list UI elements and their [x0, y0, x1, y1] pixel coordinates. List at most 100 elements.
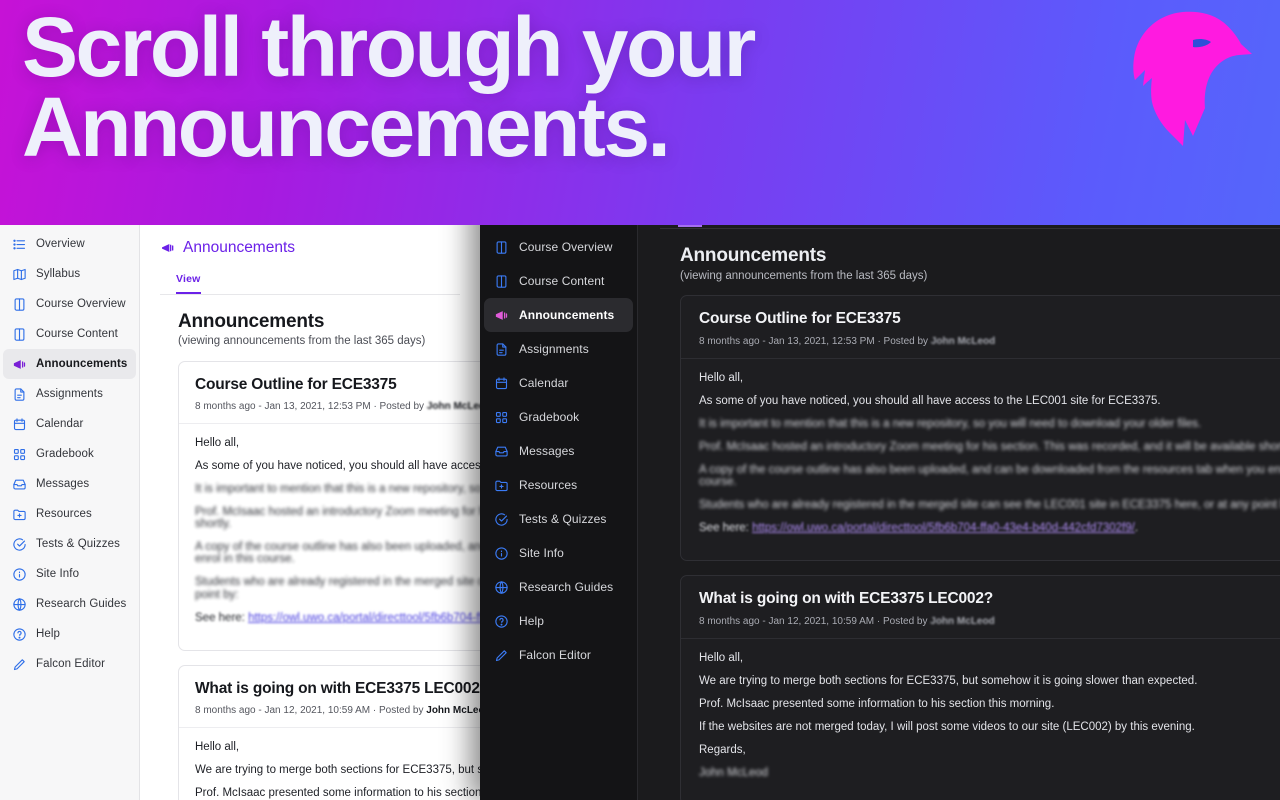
folder-plus-icon: [495, 480, 508, 491]
announcement-paragraph: If the websites are not merged today, I …: [699, 720, 1195, 733]
sidebar-item-resources[interactable]: Resources: [3, 499, 136, 529]
list-icon: [13, 239, 26, 249]
megaphone-icon: [162, 244, 174, 252]
sidebar-item-syllabus-label: Syllabus: [36, 268, 81, 280]
sidebar-item-dark-course-overview[interactable]: Course Overview: [484, 230, 633, 264]
sidebar-item-falcon-editor[interactable]: Falcon Editor: [3, 649, 136, 679]
map-icon: [13, 268, 26, 280]
announcement-paragraph: It is important to mention that this is …: [699, 418, 1202, 431]
tab-view-dark[interactable]: View: [678, 205, 703, 227]
sidebar-item-dark-assignments-label: Assignments: [519, 342, 589, 356]
sidebar-item-dark-research-guides-label: Research Guides: [519, 580, 614, 594]
announcement-paragraph: Regards,: [699, 743, 746, 756]
sidebar-item-dark-research-guides[interactable]: Research Guides: [484, 570, 633, 604]
sidebar-item-dark-assignments[interactable]: Assignments: [484, 332, 633, 366]
sidebar-item-dark-course-content-label: Course Content: [519, 274, 605, 288]
sidebar-item-dark-course-overview-label: Course Overview: [519, 240, 613, 254]
content-area-dark: Announcements View Announcements (viewin…: [638, 160, 1280, 800]
info-circle-icon: [495, 546, 508, 560]
sidebar-item-dark-site-info[interactable]: Site Info: [484, 536, 633, 570]
announcement-link-paragraph: See here: https://owl.uwo.ca/portal/dire…: [699, 522, 1280, 534]
announcement-title: Course Outline for ECE3375: [699, 310, 901, 327]
sidebar-item-announcements[interactable]: Announcements: [3, 349, 136, 379]
sidebar-item-dark-gradebook[interactable]: Gradebook: [484, 400, 633, 434]
grid-icon: [495, 411, 508, 423]
sidebar-item-tests-quizzes[interactable]: Tests & Quizzes: [3, 529, 136, 559]
sidebar-item-dark-help[interactable]: Help: [484, 604, 633, 638]
announcement-body: Hello all, As some of you have noticed, y…: [681, 359, 1280, 560]
document-icon: [496, 342, 507, 356]
announcement-title: What is going on with ECE3375 LEC002?: [699, 589, 994, 607]
sidebar-item-messages[interactable]: Messages: [3, 469, 136, 499]
book-icon: [14, 327, 25, 341]
announcement-card-header: Course Outline for ECE3375 8 months ago -…: [681, 296, 1280, 359]
sidebar-item-research-guides[interactable]: Research Guides: [3, 589, 136, 619]
sidebar-item-research-guides-label: Research Guides: [36, 598, 127, 610]
page-title-dark: Announcements: [660, 172, 1280, 189]
sidebar-item-messages-label: Messages: [36, 478, 90, 490]
sidebar-item-dark-site-info-label: Site Info: [519, 546, 564, 560]
calendar-icon: [13, 417, 26, 430]
announcement-paragraph: A copy of the course outline has also be…: [699, 464, 1280, 489]
sidebar-item-dark-falcon-editor[interactable]: Falcon Editor: [484, 638, 633, 672]
sidebar-item-course-overview[interactable]: Course Overview: [3, 289, 136, 319]
sidebar-item-resources-label: Resources: [36, 508, 92, 520]
sidebar-item-falcon-editor-label: Falcon Editor: [36, 658, 106, 670]
announcement-paragraph: Hello all,: [699, 651, 744, 664]
announcement-timestamp: 8 months ago - Jan 12, 2021, 10:59 AM · …: [195, 704, 424, 716]
sidebar-item-dark-syllabus-label: Syllabus: [519, 206, 566, 220]
document-icon: [14, 387, 25, 401]
announcement-author: John McLeod: [930, 336, 996, 347]
check-circle-icon: [13, 537, 26, 551]
announcement-card-header: What is going on with ECE3375 LEC002? 8 m…: [681, 576, 1280, 639]
sidebar-item-dark-calendar-label: Calendar: [519, 376, 569, 390]
sidebar-item-dark-overview[interactable]: Overview: [484, 162, 633, 196]
sidebar-item-assignments[interactable]: Assignments: [3, 379, 136, 409]
announcement-link[interactable]: https://owl.uwo.ca/portal/directtool/5fb…: [752, 522, 1135, 534]
sidebar-item-dark-help-label: Help: [519, 614, 545, 628]
sidebar-item-dark-messages-label: Messages: [519, 444, 575, 458]
calendar-icon: [495, 376, 508, 389]
sidebar-light: Overview Syllabus Course Overview Course Co…: [0, 225, 140, 800]
announcement-card[interactable]: What is going on with ECE3375 LEC002? 8 m…: [680, 574, 1280, 800]
sidebar-item-calendar-label: Calendar: [36, 418, 84, 430]
tab-view-light[interactable]: View: [176, 273, 201, 294]
map-icon: [495, 207, 508, 219]
announcement-paragraph: John McLeod: [699, 766, 769, 779]
sidebar-item-dark-falcon-editor-label: Falcon Editor: [519, 648, 591, 662]
announcement-paragraph: Prof. McIsaac presented some information…: [699, 697, 1055, 710]
sidebar-item-dark-announcements-label: Announcements: [519, 308, 615, 322]
sidebar-item-overview[interactable]: Overview: [3, 229, 136, 259]
sidebar-item-dark-course-content[interactable]: Course Content: [484, 264, 633, 298]
announcement-paragraph: Students who are already registered in t…: [699, 499, 1280, 512]
announcement-link-suffix: .: [1134, 522, 1139, 535]
sidebar-item-dark-messages[interactable]: Messages: [484, 434, 633, 468]
announcement-timestamp: 8 months ago - Jan 12, 2021, 10:59 AM · …: [699, 615, 928, 627]
sidebar-item-dark-announcements[interactable]: Announcements: [484, 298, 633, 332]
sidebar-dark: Overview Syllabus Course Overview Course Co…: [480, 160, 638, 800]
sidebar-item-course-content-label: Course Content: [36, 328, 118, 340]
question-circle-icon: [495, 614, 508, 628]
sidebar-item-site-info[interactable]: Site Info: [3, 559, 136, 589]
sidebar-item-dark-resources[interactable]: Resources: [484, 468, 633, 502]
announcement-paragraph: Hello all,: [699, 372, 744, 384]
section-title-dark: Announcements: [680, 245, 827, 266]
sidebar-item-syllabus[interactable]: Syllabus: [3, 259, 136, 289]
question-circle-icon: [13, 627, 26, 641]
dark-theme-app-window: Overview Syllabus Course Overview Course Co…: [480, 160, 1280, 800]
announcement-link-prefix: See here:: [195, 611, 245, 624]
sidebar-item-tests-quizzes-label: Tests & Quizzes: [36, 538, 120, 550]
announcement-timestamp: 8 months ago - Jan 13, 2021, 12:53 PM · …: [699, 336, 929, 347]
page-title-label-light: Announcements: [183, 239, 296, 256]
sidebar-item-calendar[interactable]: Calendar: [3, 409, 136, 439]
sidebar-item-assignments-label: Assignments: [36, 388, 103, 400]
check-circle-icon: [495, 512, 508, 526]
sidebar-item-help[interactable]: Help: [3, 619, 136, 649]
sidebar-item-gradebook[interactable]: Gradebook: [3, 439, 136, 469]
announcement-timestamp: 8 months ago - Jan 13, 2021, 12:53 PM · …: [195, 401, 425, 412]
sidebar-item-dark-calendar[interactable]: Calendar: [484, 366, 633, 400]
sidebar-item-dark-tests-quizzes[interactable]: Tests & Quizzes: [484, 502, 633, 536]
sidebar-item-dark-syllabus[interactable]: Syllabus: [484, 196, 633, 230]
sidebar-item-course-content[interactable]: Course Content: [3, 319, 136, 349]
announcement-card[interactable]: Course Outline for ECE3375 8 months ago -…: [680, 295, 1280, 561]
